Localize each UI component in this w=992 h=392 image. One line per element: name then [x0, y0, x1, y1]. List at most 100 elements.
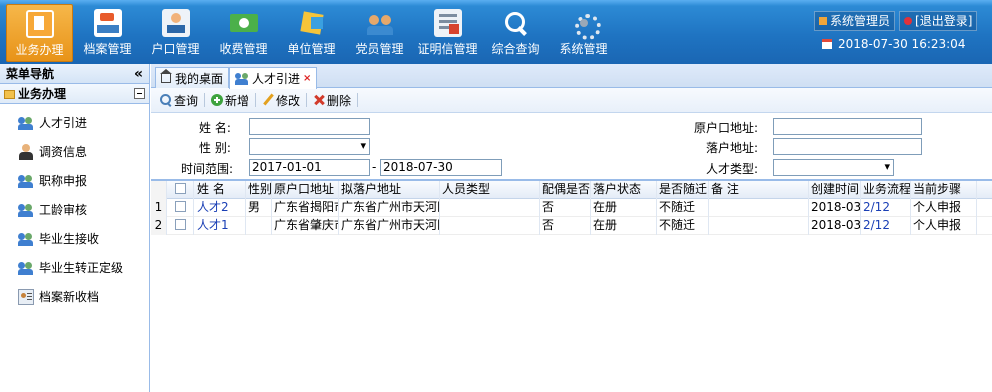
add-icon [211, 94, 224, 106]
nav-label: 党员管理 [355, 42, 404, 56]
date-to-input[interactable]: 2018-07-30 [380, 159, 502, 176]
tab-desktop[interactable]: 我的桌面 [155, 67, 230, 88]
cell-status: 在册 [591, 217, 657, 235]
sidebar-item-graduate-grade[interactable]: 毕业生转正定级 [0, 253, 149, 282]
money-icon [229, 14, 258, 32]
cell-type [440, 217, 540, 235]
col-follow[interactable]: 是否随迁 [657, 181, 709, 199]
sidebar-item-seniority[interactable]: 工龄审核 [0, 195, 149, 224]
cell-type [440, 199, 540, 217]
briefcase-icon [25, 10, 54, 38]
delete-button[interactable]: 删除 [310, 92, 354, 109]
logout-icon [904, 17, 913, 25]
query-label: 查询 [174, 93, 199, 108]
folder-icon [4, 90, 15, 99]
cell-follow: 不随迁 [657, 199, 709, 217]
cell-name-link[interactable]: 人才1 [194, 217, 246, 235]
toolbar-separator [255, 93, 257, 107]
top-header: 业务办理 档案管理 户口管理 收费管理 单位管理 党员管理 证明信管理 综合查询… [0, 0, 992, 64]
sidebar-item-title-apply[interactable]: 职称申报 [0, 166, 149, 195]
nav-system[interactable]: 系统管理 [550, 4, 617, 62]
orig-address-input[interactable] [773, 118, 922, 135]
manager-icon [18, 143, 34, 160]
col-target-address[interactable]: 拟落户地址 [339, 181, 440, 199]
nav-business[interactable]: 业务办理 [6, 4, 73, 62]
col-flow[interactable]: 业务流程 [861, 181, 911, 199]
nav-company[interactable]: 单位管理 [278, 4, 345, 62]
sidebar-item-label: 职称申报 [39, 174, 88, 188]
cell-created: 2018-03- [809, 199, 861, 217]
table-row[interactable]: 2 人才1 广东省肇庆市 广东省广州市天河区 否 在册 不随迁 2018-03-… [151, 217, 992, 235]
sidebar-item-talent[interactable]: 人才引进 [0, 108, 149, 137]
row-checkbox[interactable] [175, 201, 186, 212]
nav-label: 收费管理 [219, 42, 268, 56]
col-gender[interactable]: 性别 [246, 181, 272, 199]
row-checkbox[interactable] [175, 219, 186, 230]
people-icon [18, 202, 34, 218]
cell-flow-link[interactable]: 2/12 [861, 217, 911, 235]
sidebar-item-label: 毕业生接收 [39, 232, 100, 246]
nav-certificate[interactable]: 证明信管理 [414, 4, 481, 62]
col-step[interactable]: 当前步骤 [911, 181, 977, 199]
cell-name-link[interactable]: 人才2 [194, 199, 246, 217]
collapse-icon[interactable]: « [134, 67, 143, 81]
nav-archive[interactable]: 档案管理 [74, 4, 141, 62]
edit-button[interactable]: 修改 [259, 92, 303, 109]
toolbar-separator [357, 93, 359, 107]
date-from-input[interactable]: 2017-01-01 [249, 159, 370, 176]
select-all-checkbox[interactable] [175, 183, 186, 194]
new-address-input[interactable] [773, 138, 922, 155]
search-form: 姓 名: 性 别: 时间范围: 2017-01-01 - 2018-07-30 … [151, 113, 992, 180]
col-orig-address[interactable]: 原户口地址 [272, 181, 339, 199]
current-datetime: 2018-07-30 16:23:04 [838, 37, 966, 51]
col-note[interactable]: 备 注 [709, 181, 809, 199]
nav-fees[interactable]: 收费管理 [210, 4, 277, 62]
user-name: 系统管理员 [830, 14, 891, 28]
sidebar-group-business[interactable]: 业务办理 [0, 84, 149, 104]
cell-flow-link[interactable]: 2/12 [861, 199, 911, 217]
gender-select[interactable] [249, 138, 370, 155]
talent-type-select[interactable] [773, 159, 894, 176]
close-icon[interactable]: × [303, 73, 311, 84]
party-members-icon [366, 9, 394, 37]
name-input[interactable] [249, 118, 370, 135]
toolbar-separator [204, 93, 206, 107]
row-checkbox-cell[interactable] [167, 217, 194, 235]
col-spouse[interactable]: 配偶是否 [540, 181, 591, 199]
col-name[interactable]: 姓 名 [194, 181, 246, 199]
select-all-checkbox-cell[interactable] [167, 181, 194, 199]
sidebar-item-graduate[interactable]: 毕业生接收 [0, 224, 149, 253]
query-button[interactable]: 查询 [157, 92, 201, 109]
sidebar-item-salary[interactable]: 调资信息 [0, 137, 149, 166]
people-icon [18, 231, 34, 247]
col-created[interactable]: 创建时间 [809, 181, 861, 199]
people-icon [235, 72, 249, 85]
search-icon [502, 9, 530, 37]
edit-label: 修改 [276, 93, 301, 108]
tab-label: 人才引进 [252, 72, 301, 86]
logout-button[interactable]: [退出登录] [899, 11, 978, 31]
sidebar-item-label: 人才引进 [39, 116, 88, 130]
table-row[interactable]: 1 人才2 男 广东省揭阳市 广东省广州市天河区 否 在册 不随迁 2018-0… [151, 199, 992, 217]
nav-household[interactable]: 户口管理 [142, 4, 209, 62]
cell-target-address: 广东省广州市天河区 [339, 199, 440, 217]
col-type[interactable]: 人员类型 [440, 181, 540, 199]
nav-query[interactable]: 综合查询 [482, 4, 549, 62]
sidebar-item-label: 工龄审核 [39, 203, 88, 217]
row-number: 2 [151, 217, 167, 235]
pencil-icon [262, 94, 274, 106]
toolbar: 查询 新增 修改 删除 [151, 88, 992, 113]
nav-party[interactable]: 党员管理 [346, 4, 413, 62]
collapse-group-icon[interactable] [134, 88, 145, 99]
col-status[interactable]: 落户状态 [591, 181, 657, 199]
add-button[interactable]: 新增 [208, 92, 252, 109]
calendar-icon [822, 39, 832, 49]
name-label: 姓 名: [199, 121, 231, 135]
row-number: 1 [151, 199, 167, 217]
sidebar-item-new-archive[interactable]: 档案新收档 [0, 282, 149, 311]
row-checkbox-cell[interactable] [167, 199, 194, 217]
user-name-button[interactable]: 系统管理员 [814, 11, 896, 31]
cell-orig-address: 广东省肇庆市 [272, 217, 339, 235]
tab-talent[interactable]: 人才引进 × [229, 67, 318, 89]
gender-label: 性 别: [199, 141, 231, 155]
